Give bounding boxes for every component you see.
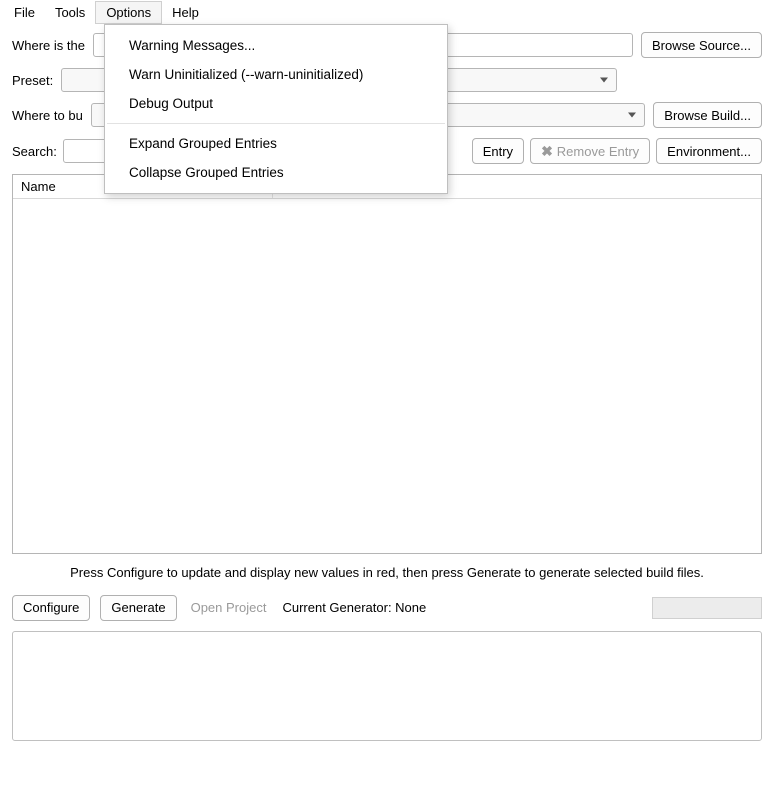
menu-tools[interactable]: Tools — [45, 2, 95, 23]
configure-button[interactable]: Configure — [12, 595, 90, 621]
add-entry-button[interactable]: Entry — [472, 138, 524, 164]
menu-help[interactable]: Help — [162, 2, 209, 23]
menubar: File Tools Options Help — [0, 0, 774, 24]
label-build: Where to bu — [12, 108, 83, 123]
remove-entry-button[interactable]: ✖ Remove Entry — [530, 138, 650, 164]
current-generator-label: Current Generator: None — [282, 600, 426, 615]
progress-bar — [652, 597, 762, 619]
remove-entry-label: Remove Entry — [557, 144, 639, 159]
bottom-row: Configure Generate Open Project Current … — [0, 591, 774, 631]
hint-text: Press Configure to update and display ne… — [0, 554, 774, 591]
environment-button[interactable]: Environment... — [656, 138, 762, 164]
remove-icon: ✖ — [541, 143, 553, 160]
open-project-button: Open Project — [187, 600, 271, 615]
menuitem-collapse-grouped[interactable]: Collapse Grouped Entries — [105, 158, 447, 187]
menu-separator — [107, 123, 445, 124]
label-preset: Preset: — [12, 73, 53, 88]
label-search: Search: — [12, 144, 57, 159]
menuitem-warning-messages[interactable]: Warning Messages... — [105, 31, 447, 60]
output-log[interactable] — [12, 631, 762, 741]
browse-source-button[interactable]: Browse Source... — [641, 32, 762, 58]
menuitem-warn-uninitialized[interactable]: Warn Uninitialized (--warn-uninitialized… — [105, 60, 447, 89]
menuitem-expand-grouped[interactable]: Expand Grouped Entries — [105, 129, 447, 158]
generate-button[interactable]: Generate — [100, 595, 176, 621]
cache-table[interactable]: Name Value — [12, 174, 762, 554]
menuitem-debug-output[interactable]: Debug Output — [105, 89, 447, 118]
menu-options[interactable]: Options — [95, 1, 162, 24]
options-dropdown: Warning Messages... Warn Uninitialized (… — [104, 24, 448, 194]
browse-build-button[interactable]: Browse Build... — [653, 102, 762, 128]
menu-file[interactable]: File — [4, 2, 45, 23]
label-source: Where is the — [12, 38, 85, 53]
